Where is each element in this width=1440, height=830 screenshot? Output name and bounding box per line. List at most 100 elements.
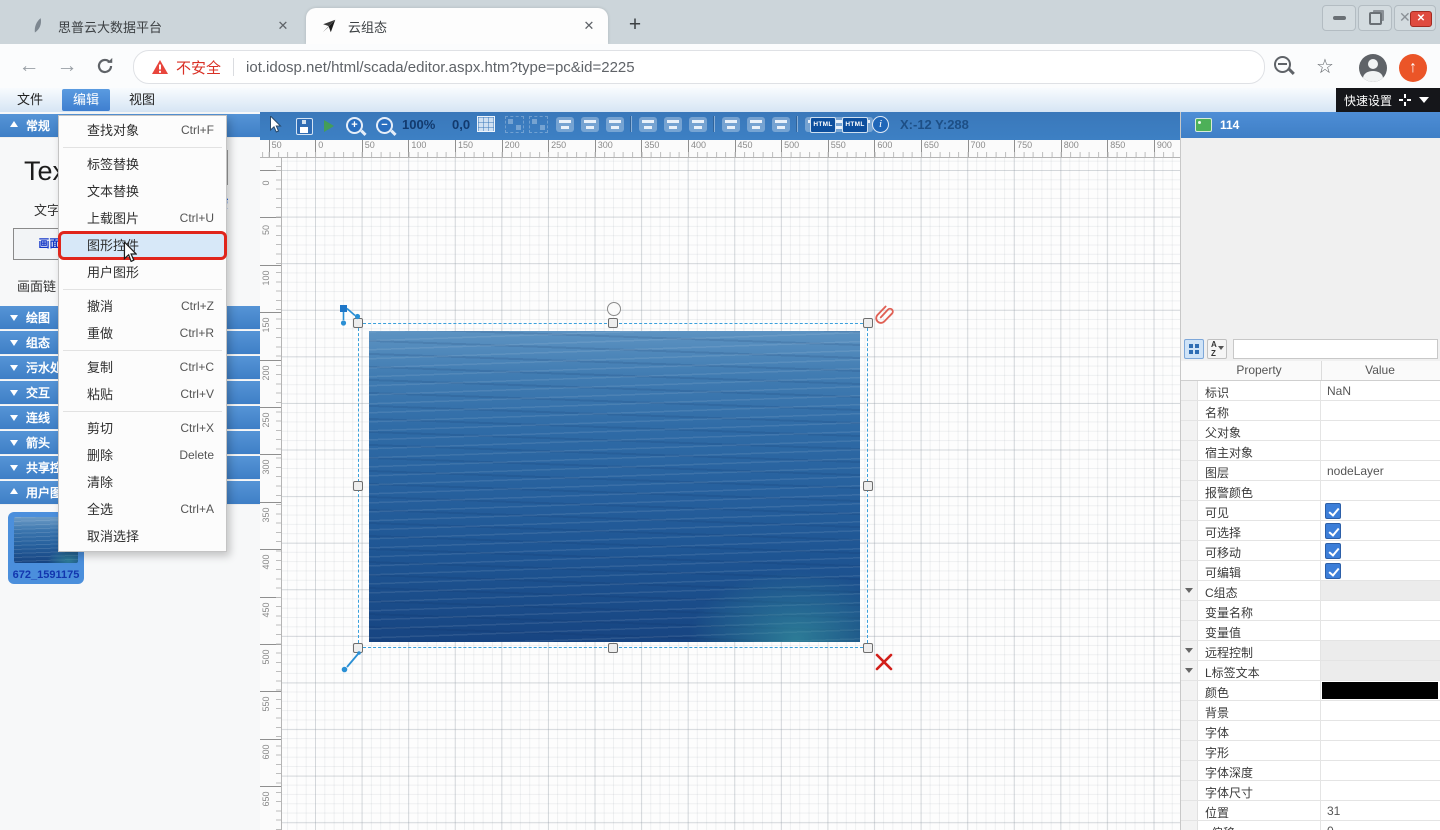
menu-item[interactable]: 上载图片 Ctrl+U: [59, 205, 226, 232]
attach-clip-icon[interactable]: [871, 301, 896, 328]
menu-item[interactable]: 撤消 Ctrl+Z: [59, 293, 226, 320]
distribute-horizontal-icon[interactable]: [722, 117, 740, 132]
same-width-icon[interactable]: [772, 117, 790, 132]
close-tab-icon[interactable]: [580, 17, 598, 35]
new-tab-icon[interactable]: [622, 12, 648, 38]
property-value[interactable]: [1321, 421, 1440, 440]
resize-handle-bottomright[interactable]: [863, 643, 873, 653]
chevron-down-icon[interactable]: [1419, 97, 1429, 108]
minimize-icon[interactable]: [1322, 5, 1356, 31]
close-tab-icon[interactable]: [274, 17, 292, 35]
align-left-icon[interactable]: [639, 117, 657, 132]
property-value[interactable]: 31: [1321, 801, 1440, 820]
resize-handle-top[interactable]: [608, 318, 618, 328]
design-canvas[interactable]: [282, 158, 1180, 830]
zoom-out-tool-icon[interactable]: [376, 117, 393, 134]
align-center-icon[interactable]: [664, 117, 682, 132]
selection-rect[interactable]: [358, 323, 868, 648]
menu-item[interactable]: 剪切 Ctrl+X: [59, 415, 226, 442]
property-row[interactable]: 可移动: [1181, 541, 1440, 561]
property-row[interactable]: L标签文本: [1181, 661, 1440, 681]
menu-item[interactable]: 文本替换: [59, 178, 226, 205]
menu-item[interactable]: [63, 350, 222, 351]
align-right-icon[interactable]: [689, 117, 707, 132]
property-row[interactable]: C组态: [1181, 581, 1440, 601]
group-objects-icon[interactable]: [505, 116, 524, 133]
property-row[interactable]: 变量名称: [1181, 601, 1440, 621]
property-row[interactable]: 远程控制: [1181, 641, 1440, 661]
html-preview-icon[interactable]: HTML: [842, 117, 868, 133]
avatar-icon[interactable]: [1359, 54, 1387, 82]
property-row[interactable]: 颜色 #000000: [1181, 681, 1440, 701]
property-row[interactable]: 名称: [1181, 401, 1440, 421]
property-value[interactable]: 0: [1321, 821, 1440, 830]
star-icon[interactable]: [1312, 54, 1338, 80]
restore-icon[interactable]: [1358, 5, 1392, 31]
menu-item[interactable]: 粘贴 Ctrl+V: [59, 381, 226, 408]
zoom-out-icon[interactable]: [1272, 54, 1298, 80]
property-value[interactable]: [1321, 741, 1440, 760]
resize-handle-right[interactable]: [863, 481, 873, 491]
quick-settings-bar[interactable]: 快速设置: [1336, 88, 1440, 112]
delete-x-icon[interactable]: [874, 652, 894, 672]
menu-item[interactable]: [63, 147, 222, 148]
property-row[interactable]: 父对象: [1181, 421, 1440, 441]
checkbox-checked-icon[interactable]: [1325, 563, 1341, 579]
url-text[interactable]: iot.idosp.net/html/scada/editor.aspx.htm…: [246, 59, 1264, 76]
menu-item[interactable]: [63, 289, 222, 290]
menu-item[interactable]: 全选 Ctrl+A: [59, 496, 226, 523]
property-row[interactable]: 字体深度: [1181, 761, 1440, 781]
menu-item[interactable]: 复制 Ctrl+C: [59, 354, 226, 381]
property-value[interactable]: [1321, 621, 1440, 640]
property-value[interactable]: [1321, 401, 1440, 420]
property-row[interactable]: 报警颜色: [1181, 481, 1440, 501]
rotation-handle[interactable]: [607, 302, 621, 316]
menu-view[interactable]: 视图: [118, 89, 166, 111]
align-bottom-icon[interactable]: [606, 117, 624, 132]
menu-item[interactable]: 重做 Ctrl+R: [59, 320, 226, 347]
property-value[interactable]: #000000: [1321, 681, 1440, 700]
info-icon[interactable]: [872, 116, 889, 133]
tab-dashboard[interactable]: 思普云大数据平台: [16, 8, 302, 44]
menu-item[interactable]: 查找对象 Ctrl+F: [59, 117, 226, 144]
property-row[interactable]: 可选择: [1181, 521, 1440, 541]
toolbar-icon[interactable]: [631, 116, 632, 132]
property-value[interactable]: [1321, 721, 1440, 740]
checkbox-checked-icon[interactable]: [1325, 503, 1341, 519]
property-value[interactable]: [1321, 761, 1440, 780]
property-row[interactable]: x偏移 0: [1181, 821, 1440, 830]
grid-toggle-icon[interactable]: [477, 116, 495, 132]
property-value[interactable]: [1321, 661, 1440, 680]
resize-handle-bottom[interactable]: [608, 643, 618, 653]
property-value[interactable]: [1321, 581, 1440, 600]
color-swatch[interactable]: [1322, 682, 1438, 699]
property-value[interactable]: [1321, 541, 1440, 560]
ungroup-objects-icon[interactable]: [529, 116, 548, 133]
save-icon[interactable]: [296, 118, 313, 135]
menu-item[interactable]: 删除 Delete: [59, 442, 226, 469]
property-value[interactable]: [1321, 641, 1440, 660]
back-icon[interactable]: [14, 51, 44, 81]
connector-line-icon[interactable]: [341, 650, 363, 674]
property-row[interactable]: 可编辑: [1181, 561, 1440, 581]
property-value[interactable]: [1321, 501, 1440, 520]
menu-item[interactable]: 清除: [59, 469, 226, 496]
checkbox-checked-icon[interactable]: [1325, 523, 1341, 539]
property-value[interactable]: [1321, 481, 1440, 500]
property-row[interactable]: 位置 31: [1181, 801, 1440, 821]
menu-item[interactable]: 图形控件: [59, 232, 226, 259]
menu-item[interactable]: 标签替换: [59, 151, 226, 178]
ocean-image[interactable]: [369, 331, 860, 642]
menu-file[interactable]: 文件: [6, 89, 54, 111]
connector-anchor-icon[interactable]: [339, 304, 365, 332]
menu-item[interactable]: 用户图形: [59, 259, 226, 286]
property-row[interactable]: 标识 NaN: [1181, 381, 1440, 401]
property-value[interactable]: NaN: [1321, 381, 1440, 400]
property-row[interactable]: 宿主对象: [1181, 441, 1440, 461]
align-middle-icon[interactable]: [581, 117, 599, 132]
align-top-icon[interactable]: [556, 117, 574, 132]
property-value[interactable]: [1321, 781, 1440, 800]
property-row[interactable]: 字形: [1181, 741, 1440, 761]
resize-handle-left[interactable]: [353, 481, 363, 491]
property-value[interactable]: [1321, 441, 1440, 460]
